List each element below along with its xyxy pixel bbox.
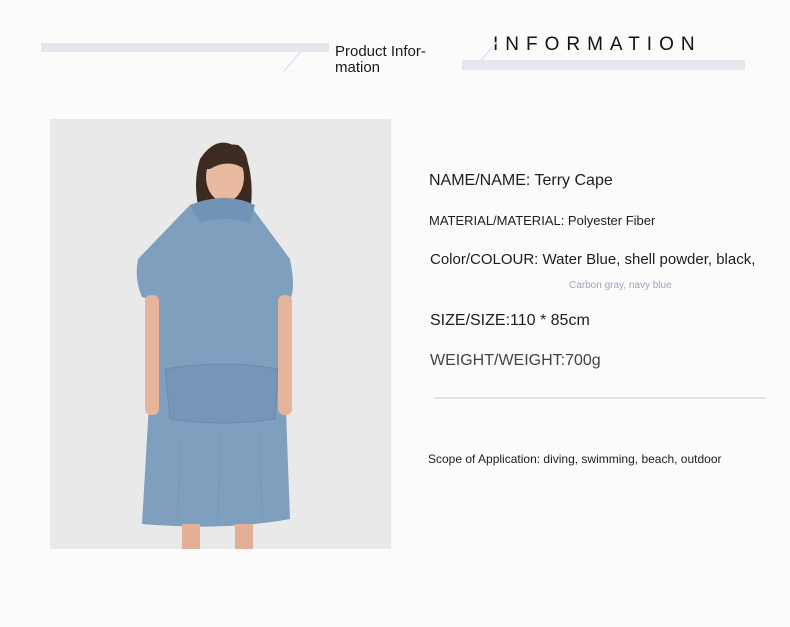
product-weight: WEIGHT/WEIGHT:700g: [430, 352, 601, 369]
product-scope: Scope of Application: diving, swimming, …: [428, 452, 722, 466]
poncho-model-illustration: [136, 142, 293, 549]
product-name: NAME/NAME: Terry Cape: [429, 172, 613, 189]
header-label: Product Infor- mation: [335, 43, 426, 76]
product-colors: Color/COLOUR: Water Blue, shell powder, …: [430, 251, 756, 268]
divider: [434, 397, 766, 399]
product-material: MATERIAL/MATERIAL: Polyester Fiber: [429, 213, 656, 228]
page-title: INFORMATION: [493, 34, 702, 55]
product-colors-more: Carbon gray, navy blue: [569, 280, 672, 291]
product-photo: [50, 119, 391, 549]
header-bar-right: [462, 60, 745, 70]
header-bar-left: [41, 43, 329, 52]
product-size: SIZE/SIZE:110 * 85cm: [430, 312, 590, 329]
